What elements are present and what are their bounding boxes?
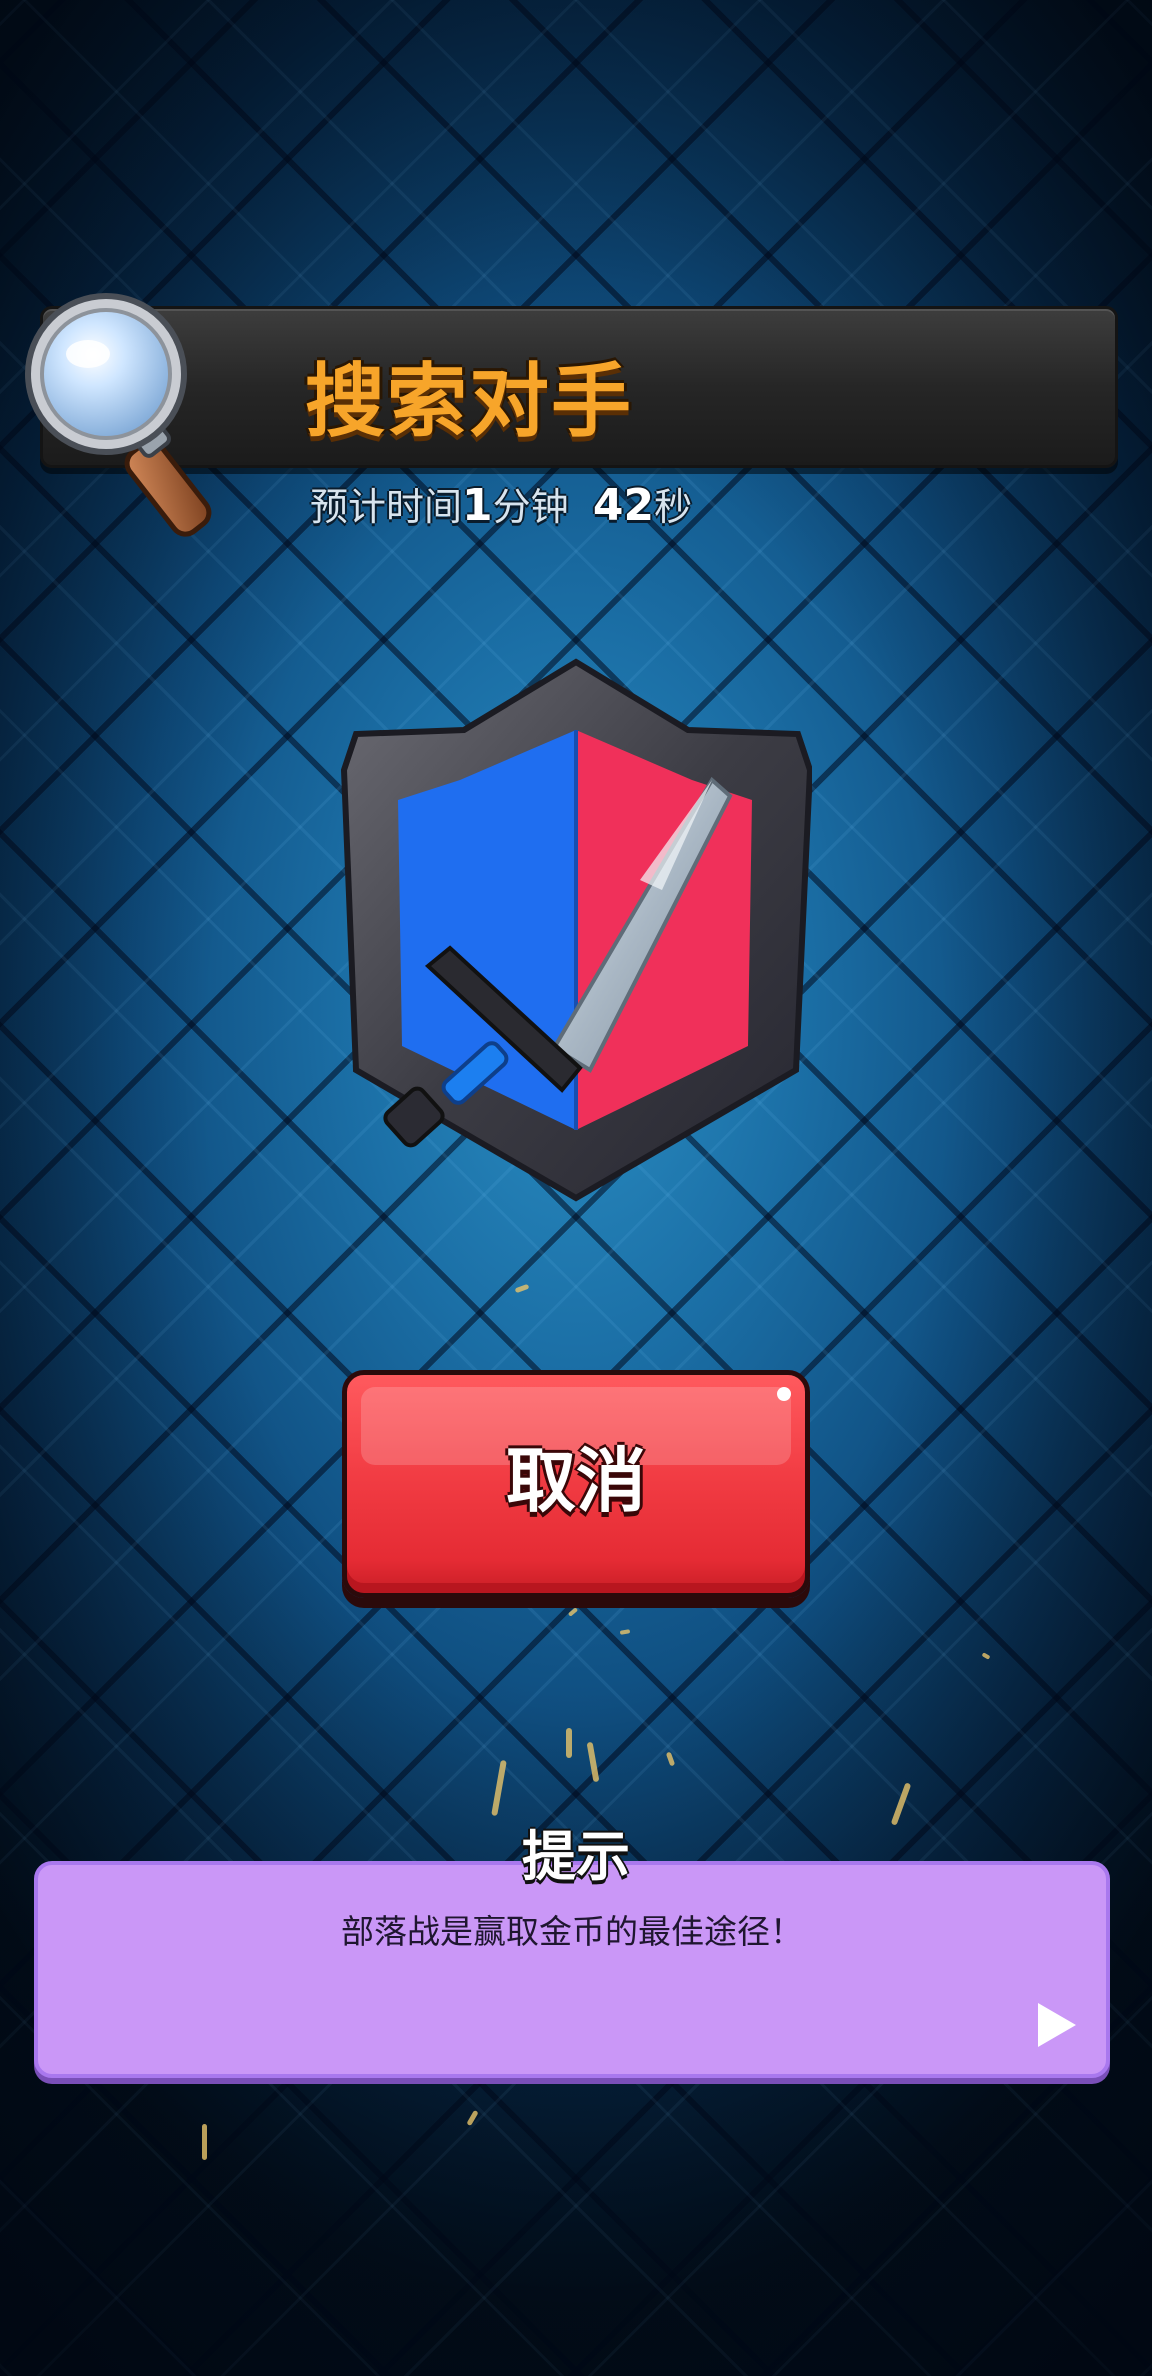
tip-panel: 部落战是赢取金币的最佳途径！ — [34, 1861, 1110, 2078]
sword-shield-emblem-icon — [340, 658, 812, 1202]
estimated-time: 预计时间1分钟 42秒 — [310, 476, 692, 536]
eta-seconds-unit: 秒 — [654, 485, 693, 529]
eta-seconds: 42 — [592, 480, 655, 531]
eta-minutes-unit: 分钟 — [492, 485, 569, 529]
eta-prefix: 预计时间 — [310, 485, 463, 529]
eta-minutes: 1 — [462, 480, 493, 531]
magnifier-icon — [25, 293, 212, 537]
tip-text: 部落战是赢取金币的最佳途径！ — [341, 1912, 803, 1951]
spark — [566, 1728, 572, 1758]
spark — [202, 2124, 207, 2160]
tip-title: 提示 — [522, 1825, 630, 1888]
page-title: 搜索对手 — [305, 355, 633, 448]
cancel-button-label: 取消 — [506, 1440, 646, 1522]
button-highlight-dot — [777, 1387, 791, 1401]
play-arrow-icon[interactable] — [1034, 1999, 1080, 2051]
cancel-button[interactable]: 取消 — [342, 1370, 810, 1598]
